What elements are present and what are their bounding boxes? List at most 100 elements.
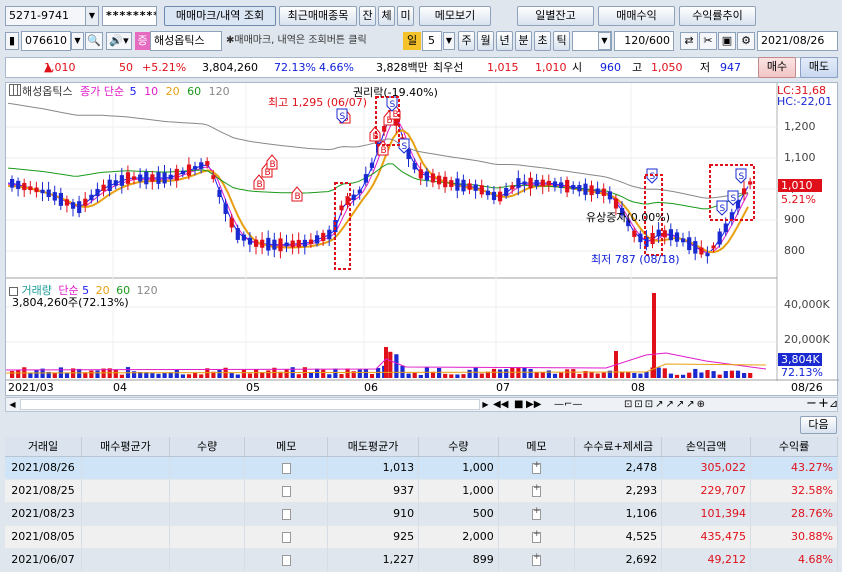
x-last-date: 08/26 [791,381,823,394]
low-annotation: 최저 787 (08/18) [591,253,680,266]
buy-button[interactable]: 매수 [758,57,796,78]
bar-count-input[interactable]: 120/600 [614,31,674,51]
memo-icon[interactable] [531,483,541,497]
chevron-down-icon[interactable]: ▼ [71,32,84,50]
table-row[interactable]: 2021/08/25 9371,000 2,293229,70732.58% [5,479,838,503]
memo-icon[interactable] [531,552,541,566]
sell-button[interactable]: 매도 [800,57,838,78]
stop-icon[interactable]: ■ [514,398,523,411]
scroll-thumb[interactable] [20,399,480,410]
col-header[interactable]: 손익금액 [661,437,752,457]
unfilled-small-button[interactable]: 미 [397,6,414,26]
daily-balance-button[interactable]: 일별잔고 [517,6,594,26]
period-day-label[interactable]: 일 [403,32,421,50]
volume-bar [620,371,625,378]
high-label: 고 [632,61,643,74]
memo-view-button[interactable]: 메모보기 [419,6,491,26]
price-volume-chart[interactable]: BBBBBBBBBSSSSSSS [6,83,839,397]
plus-icon[interactable]: + [818,397,829,411]
col-header[interactable]: 수량 [169,437,246,457]
filled-small-button[interactable]: 체 [378,6,395,26]
rights-drop-annotation: 권리락(-19.40%) [353,86,438,99]
volume-bar [601,372,606,378]
buy-mark-label: B [393,110,399,120]
col-header[interactable]: 메모 [244,437,329,457]
candle-body [638,233,643,243]
table-row[interactable]: 2021/08/23 910500 1,106101,39428.76% [5,502,838,526]
next-button[interactable]: 다음 [800,416,837,434]
candle-body [717,231,722,245]
col-header[interactable]: 수량 [418,437,499,457]
volume-bar [449,374,454,378]
col-header[interactable]: 수수료+제세금 [574,437,663,457]
date-input[interactable]: 2021/08/26 [757,31,838,51]
col-header[interactable]: 매도평균가 [327,437,420,457]
chevron-down-icon[interactable]: ▼ [85,7,98,25]
col-header[interactable]: 매수평균가 [81,437,170,457]
bookmark-icon[interactable]: ▮ [5,32,19,50]
table-row[interactable]: 2021/08/05 9252,000 4,525435,47530.88% [5,525,838,549]
save-icon[interactable]: ▣ [718,32,736,50]
memo-icon[interactable] [531,506,541,520]
crosshair-icon[interactable]: ⇄ [680,32,698,50]
col-header[interactable]: 수익률 [750,437,838,457]
search-icon[interactable]: 🔍 [85,32,103,50]
table-cell [244,548,329,572]
volume-bar [467,369,472,378]
recent-stocks-button[interactable]: 최근매매종목 [279,6,357,26]
volume-bar [656,367,661,378]
table-cell [498,456,576,480]
stock-name-display: 해성옵틱스 [150,31,222,51]
volume-bar [662,368,667,378]
minus-icon[interactable]: − [806,397,817,411]
scroll-left-icon[interactable]: ◀ [7,399,18,410]
rewind-icon[interactable]: ◀◀ [493,398,508,411]
period-week-button[interactable]: 주 [458,31,475,51]
memo-icon[interactable] [281,462,291,474]
col-header[interactable]: 거래일 [5,437,83,457]
candle-body [180,170,185,175]
table-cell: 4.68% [750,548,838,572]
period-minute-button[interactable]: 분 [515,31,532,51]
account-select[interactable]: 5271-9741 ▼ [5,6,99,26]
memo-icon[interactable] [281,531,291,543]
return-trend-button[interactable]: 수익률추이 [679,6,756,26]
period-value-input[interactable]: 5 [422,31,442,51]
table-row[interactable]: 2021/08/26 1,0131,000 2,478305,02243.27% [5,456,838,480]
chart-panel[interactable]: BBBBBBBBBSSSSSSS 해성옵틱스 종가 단순 5 10 20 60 … [5,82,839,397]
balance-small-button[interactable]: 잔 [359,6,376,26]
memo-icon[interactable] [531,529,541,543]
forward-icon[interactable]: ▶▶ [526,398,541,411]
memo-icon[interactable] [531,460,541,474]
trade-profit-button[interactable]: 매매수익 [598,6,675,26]
scroll-right-icon[interactable]: ▶ [480,399,491,410]
period-second-button[interactable]: 초 [534,31,551,51]
gear-icon[interactable]: ⚙ [737,32,755,50]
table-cell: 1,000 [418,456,499,480]
memo-icon[interactable] [281,485,291,497]
memo-icon[interactable] [281,508,291,520]
tool-icon[interactable]: ✂ [699,32,717,50]
period-month-button[interactable]: 월 [477,31,494,51]
memo-mark-query-button[interactable]: 매매마크/내역 조회 [164,6,276,26]
volume-bar [394,354,399,378]
memo-icon[interactable] [281,554,291,566]
chevron-down-icon[interactable]: ▼ [443,32,455,50]
drawing-tools-icon[interactable]: ⊡⊡⊡↗↗↗↗⊕ [624,398,707,411]
resize-icon[interactable]: ⊿ [829,397,838,411]
stock-code-input[interactable]: 076610 [21,31,71,51]
ma-line [7,163,749,210]
chart-scrollbar[interactable]: ◀ ▶ ◀◀ ■ ▶▶ —⌐— ⊡⊡⊡↗↗↗↗⊕ − + ⊿ [5,397,838,412]
candle-body [461,179,466,192]
password-field[interactable]: ******** [102,6,157,26]
chevron-down-icon[interactable]: ▼ [598,32,611,50]
zoom-slider-icon[interactable]: —⌐— [554,398,582,411]
grid-icon[interactable] [9,84,21,96]
table-row[interactable]: 2021/06/07 1,227899 2,69249,2124.68% [5,548,838,572]
rights-offering-annotation: 유상증자(0.00%) [586,211,671,224]
col-header[interactable]: 메모 [498,437,576,457]
period-tick-button[interactable]: 틱 [553,31,570,51]
candle-body [412,162,417,170]
speaker-icon[interactable]: 🔊▾ [106,32,132,50]
period-year-button[interactable]: 년 [496,31,513,51]
